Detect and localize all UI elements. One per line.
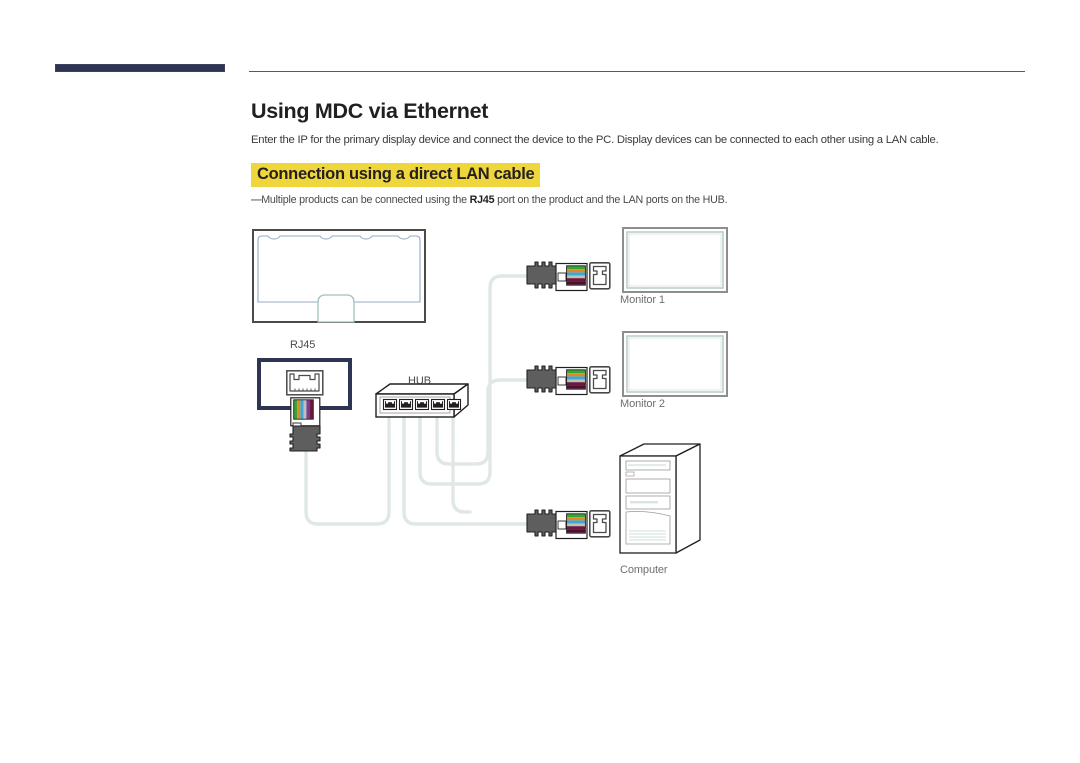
connection-diagram xyxy=(0,0,1080,763)
subheading-wrapper: Connection using a direct LAN cable xyxy=(251,163,541,187)
note-text-before: Multiple products can be connected using… xyxy=(261,194,470,206)
note-text-after: port on the product and the LAN ports on… xyxy=(494,194,728,206)
jack-monitor-2 xyxy=(588,365,611,394)
rj45-callout-box xyxy=(257,358,352,452)
hub-illustration xyxy=(375,383,469,418)
page-title: Using MDC via Ethernet xyxy=(251,99,489,123)
connector-monitor-1 xyxy=(526,261,588,292)
label-hub: HUB xyxy=(408,375,431,387)
label-monitor-1: Monitor 1 xyxy=(620,294,665,306)
label-monitor-2: Monitor 2 xyxy=(620,398,665,410)
jack-monitor-1 xyxy=(588,261,611,290)
label-rj45: RJ45 xyxy=(290,339,316,351)
computer-illustration xyxy=(619,443,701,554)
jack-computer xyxy=(588,509,611,538)
display-device-illustration xyxy=(252,229,426,323)
monitor-1-illustration xyxy=(622,227,728,293)
subheading-highlighted: Connection using a direct LAN cable xyxy=(251,163,541,187)
note-emphasis: RJ45 xyxy=(469,194,495,206)
rj45-plug-vertical xyxy=(289,397,321,452)
intro-paragraph: Enter the IP for the primary display dev… xyxy=(251,134,939,146)
note-dash-icon: — xyxy=(251,194,262,206)
connector-computer xyxy=(526,509,588,540)
connector-monitor-2 xyxy=(526,365,588,396)
manual-page: Using MDC via Ethernet Enter the IP for … xyxy=(0,0,1080,763)
note-line: —Multiple products can be connected usin… xyxy=(251,194,728,206)
header-rule xyxy=(249,71,1025,72)
monitor-2-illustration xyxy=(622,331,728,397)
header-navy-bar xyxy=(55,64,225,72)
label-computer: Computer xyxy=(620,564,668,576)
